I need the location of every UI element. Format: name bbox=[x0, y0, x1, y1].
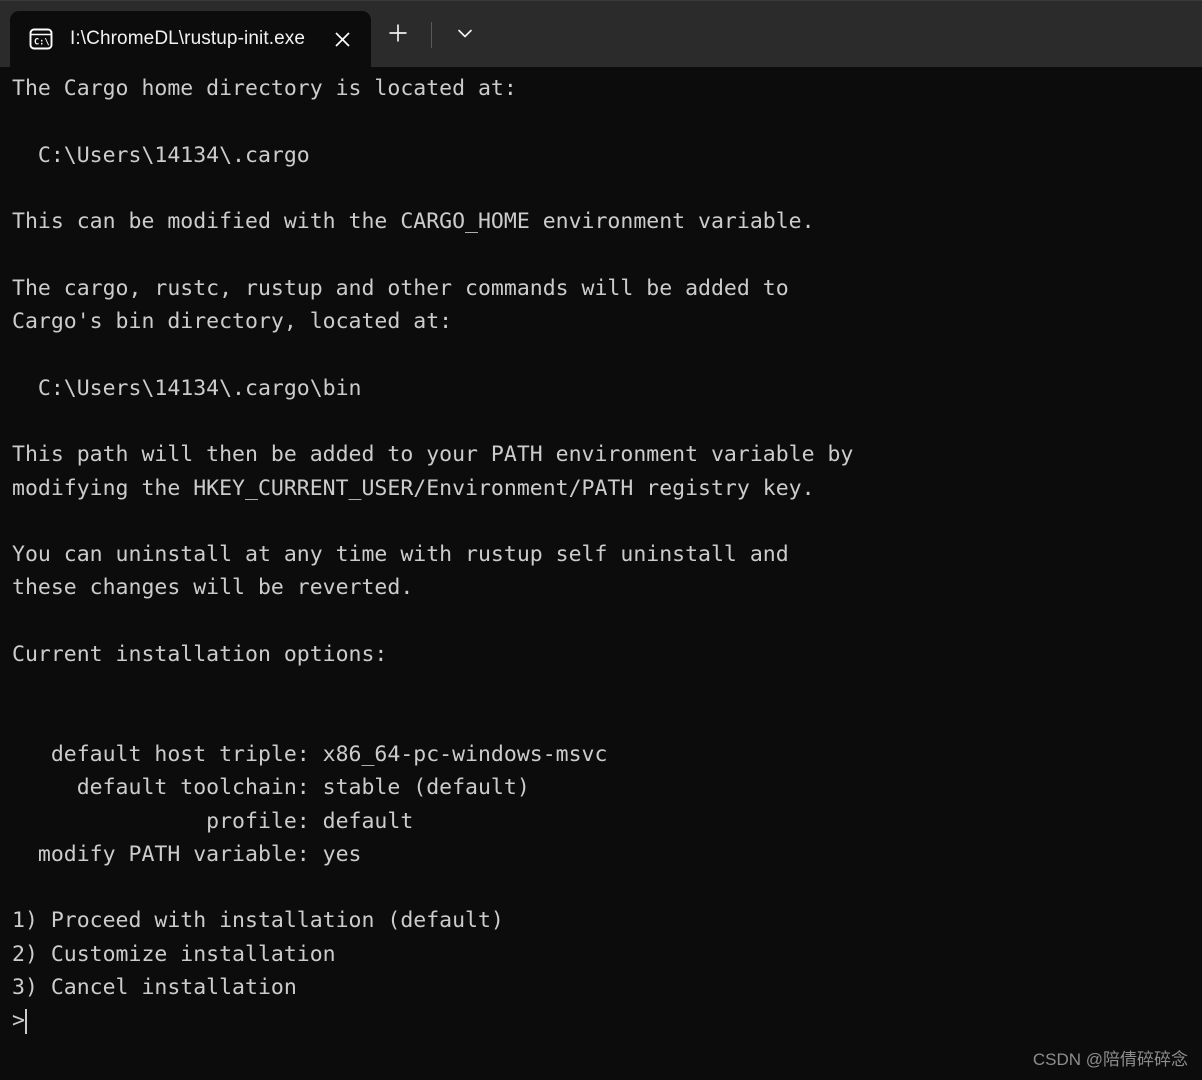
tab-title: I:\ChromeDL\rustup-init.exe bbox=[70, 28, 306, 49]
tab-dropdown-button[interactable] bbox=[444, 15, 486, 55]
titlebar-actions bbox=[371, 7, 492, 67]
chevron-down-icon bbox=[455, 23, 475, 47]
svg-text:C:\: C:\ bbox=[34, 38, 50, 48]
terminal-window: C:\ I:\ChromeDL\rustup-init.exe The Carg… bbox=[0, 0, 1202, 1080]
terminal-output: The Cargo home directory is located at: … bbox=[12, 76, 854, 1034]
plus-icon bbox=[387, 22, 409, 48]
title-bar: C:\ I:\ChromeDL\rustup-init.exe bbox=[0, 0, 1202, 67]
command-prompt-icon: C:\ bbox=[28, 26, 54, 52]
terminal-body[interactable]: The Cargo home directory is located at: … bbox=[0, 67, 1202, 1080]
close-icon[interactable] bbox=[323, 20, 361, 58]
new-tab-button[interactable] bbox=[377, 15, 419, 55]
text-cursor bbox=[24, 1009, 27, 1035]
toolbar-divider bbox=[431, 22, 433, 48]
watermark: CSDN @陪倩碎碎念 bbox=[1032, 1050, 1188, 1069]
tab-rustup-init[interactable]: C:\ I:\ChromeDL\rustup-init.exe bbox=[10, 11, 372, 67]
tab-strip: C:\ I:\ChromeDL\rustup-init.exe bbox=[0, 0, 372, 67]
